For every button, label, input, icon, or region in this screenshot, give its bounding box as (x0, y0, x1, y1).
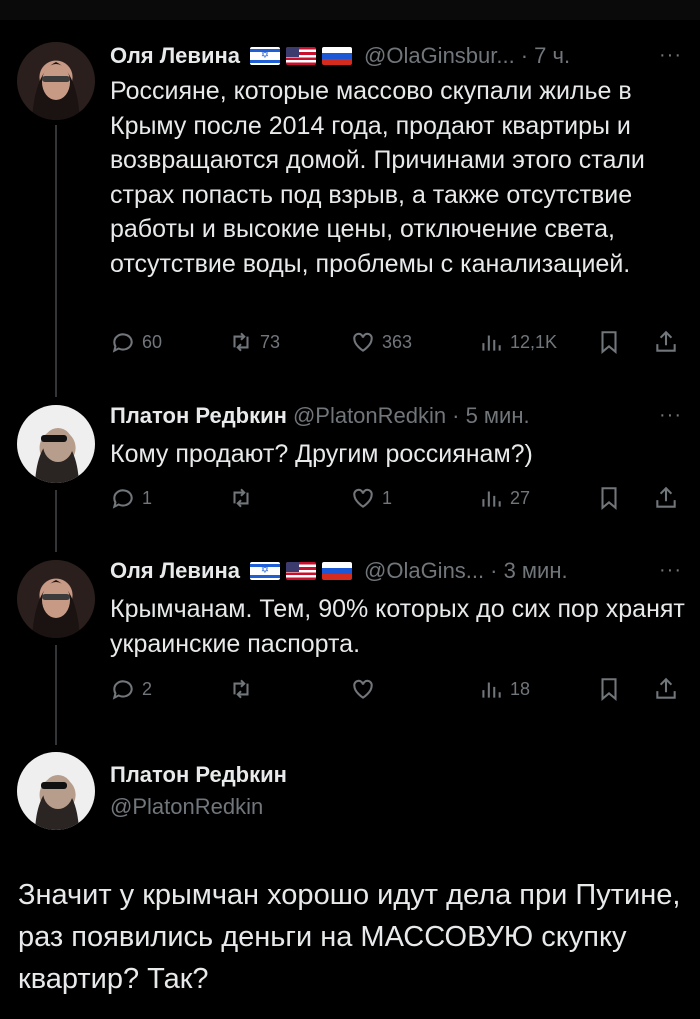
views-icon (482, 335, 501, 351)
views-button[interactable]: 18 (478, 676, 530, 702)
views-button[interactable]: 27 (478, 485, 530, 511)
tweet-actions: 2 18 (110, 676, 685, 706)
reply-icon (112, 333, 133, 353)
usa-flag-icon (286, 47, 316, 65)
tweet-text: Россияне, которые массово скупали жилье … (110, 77, 645, 278)
avatar[interactable] (17, 752, 95, 830)
reply-count: 60 (142, 331, 163, 352)
author-name[interactable]: Платон Редbкин (110, 762, 287, 788)
tweet-text: Значит у крымчан хорошо идут дела при Пу… (18, 879, 681, 995)
thread-line (55, 125, 57, 397)
bookmark-button[interactable] (596, 676, 622, 702)
russia-flag-icon (322, 562, 352, 580)
reply-count: 1 (142, 487, 153, 508)
more-options-icon[interactable]: ··· (659, 44, 682, 67)
like-icon (353, 332, 373, 352)
author-handle[interactable]: @PlatonRedkin (293, 403, 446, 429)
repost-count: 73 (260, 331, 281, 352)
share-button[interactable] (653, 329, 679, 355)
bookmark-icon (601, 678, 617, 701)
thread-line (55, 490, 57, 552)
bookmark-icon (601, 487, 617, 510)
views-icon (482, 491, 501, 507)
author-handle[interactable]: @OlaGins... (364, 558, 484, 584)
like-icon (353, 488, 373, 508)
israel-flag-icon: ✡ (250, 47, 280, 65)
flag-emojis: ✡ (250, 47, 352, 65)
repost-button[interactable] (228, 485, 260, 511)
russia-flag-icon (322, 47, 352, 65)
avatar[interactable] (17, 405, 95, 483)
more-options-icon[interactable]: ··· (659, 559, 682, 582)
timestamp[interactable]: · 3 мин. (490, 558, 567, 584)
repost-icon (233, 332, 249, 352)
reply-button[interactable]: 60 (110, 329, 162, 355)
repost-button[interactable] (228, 676, 260, 702)
author-name[interactable]: Платон Редbкин (110, 403, 287, 429)
avatar[interactable] (17, 560, 95, 638)
bookmark-icon (601, 331, 617, 354)
timestamp[interactable]: · 5 мин. (452, 403, 529, 429)
bookmark-button[interactable] (596, 329, 622, 355)
author-name[interactable]: Оля Левина (110, 43, 240, 69)
israel-flag-icon: ✡ (250, 562, 280, 580)
like-button[interactable]: 1 (350, 485, 392, 511)
reply-button[interactable]: 2 (110, 676, 152, 702)
timestamp[interactable]: · 7 ч. (521, 43, 570, 69)
flag-emojis: ✡ (250, 562, 352, 580)
bookmark-button[interactable] (596, 485, 622, 511)
like-button[interactable]: 363 (350, 329, 412, 355)
repost-icon (233, 488, 249, 508)
share-button[interactable] (653, 676, 679, 702)
tweet-actions: 1 1 27 (110, 485, 685, 515)
like-button[interactable] (350, 676, 382, 702)
views-count: 27 (510, 487, 531, 508)
views-count: 12,1K (510, 331, 558, 352)
like-count: 363 (382, 331, 413, 352)
author-name[interactable]: Оля Левина (110, 558, 240, 584)
reply-button[interactable]: 1 (110, 485, 152, 511)
more-options-icon[interactable]: ··· (659, 404, 682, 427)
repost-icon (233, 679, 249, 699)
share-icon (656, 486, 676, 508)
reply-icon (112, 489, 133, 509)
views-button[interactable]: 12,1K (478, 329, 557, 355)
tweet-text: Крымчанам. Тем, 90% которых до сих пор х… (110, 595, 685, 658)
views-icon (482, 682, 501, 698)
like-count: 1 (382, 487, 393, 508)
share-icon (656, 677, 676, 699)
thread-line (55, 645, 57, 745)
author-handle[interactable]: @OlaGinsbur... (364, 43, 515, 69)
tweet-actions: 60 73 363 12,1K (110, 329, 685, 359)
like-icon (353, 679, 373, 699)
status-bar (0, 0, 700, 20)
views-count: 18 (510, 678, 531, 699)
usa-flag-icon (286, 562, 316, 580)
repost-button[interactable]: 73 (228, 329, 280, 355)
avatar[interactable] (17, 42, 95, 120)
share-button[interactable] (653, 485, 679, 511)
reply-icon (112, 680, 133, 700)
share-icon (656, 330, 676, 352)
reply-count: 2 (142, 678, 153, 699)
author-handle[interactable]: @PlatonRedkin (110, 794, 263, 820)
tweet-text: Кому продают? Другим россиянам?) (110, 440, 533, 468)
